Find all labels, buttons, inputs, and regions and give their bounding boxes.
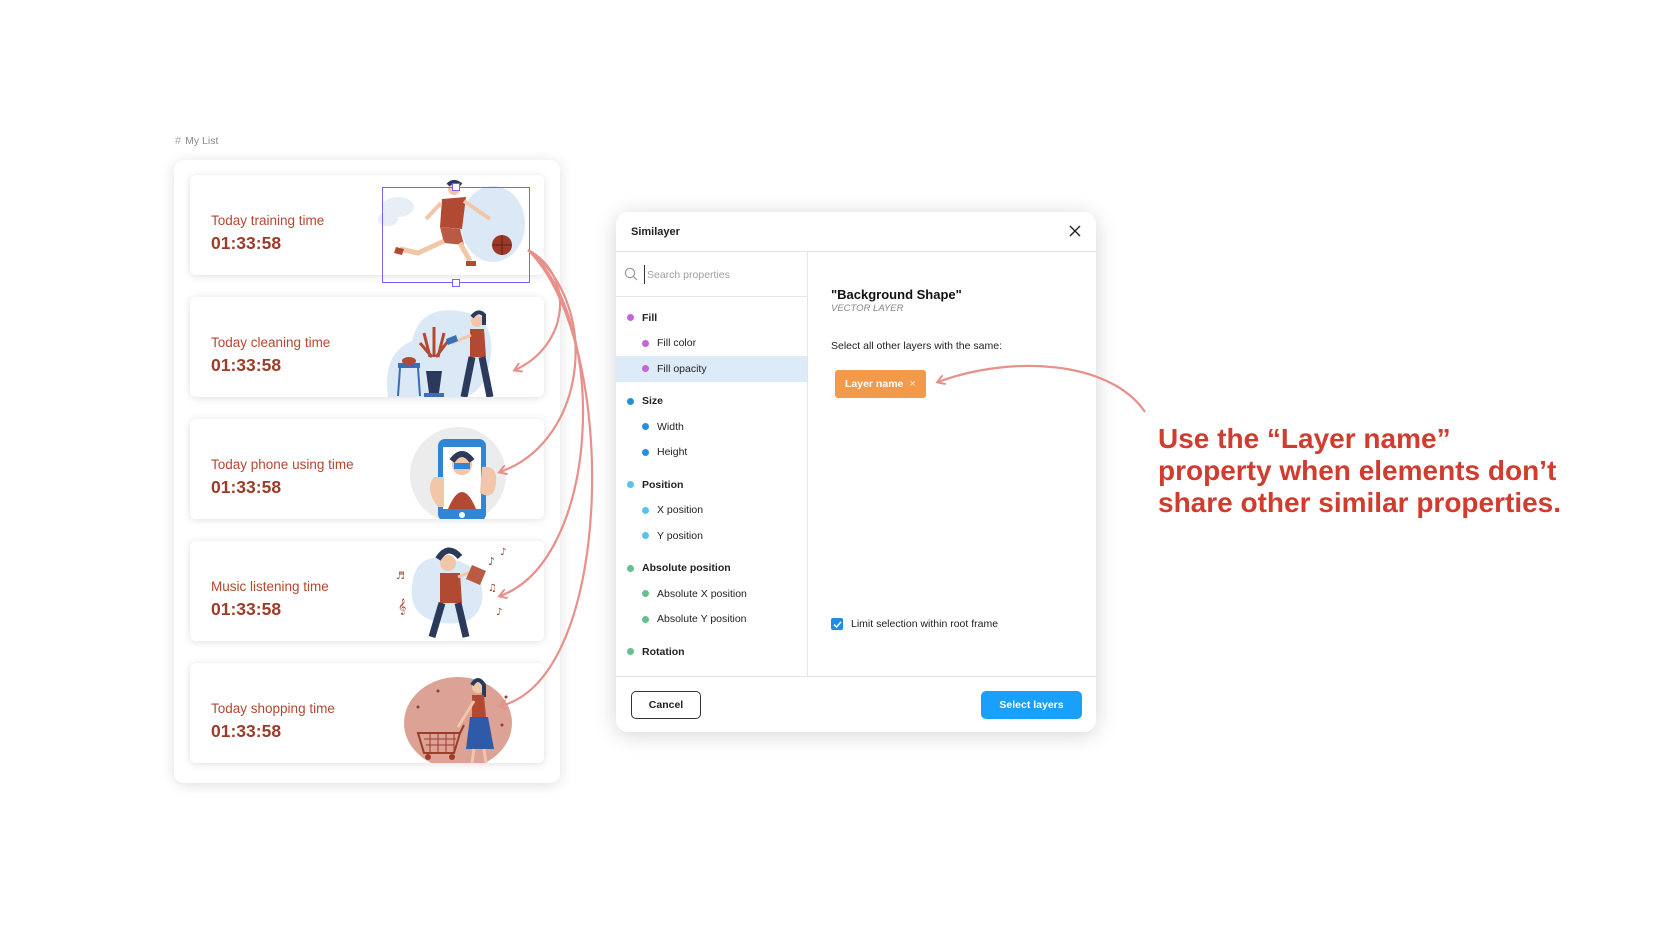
property-absolute-y-position[interactable]: Absolute Y position [616, 607, 807, 633]
position-dot-icon [642, 506, 649, 514]
svg-text:♫: ♫ [488, 583, 497, 594]
property-group-absolute-position[interactable]: Absolute position [616, 556, 807, 582]
property-label: Fill color [657, 337, 697, 350]
limit-selection-row[interactable]: Limit selection within root frame [831, 618, 998, 630]
properties-pane: Fill Fill color Fill opacity Size Width … [616, 252, 808, 676]
size-dot-icon [642, 448, 649, 456]
music-listener-illustration[interactable]: ♬ ♪ ♪ ♫ ♪ 𝄞 [378, 545, 528, 641]
card-training[interactable]: Today training time 01:33:58 [190, 175, 544, 275]
dialog-footer: Cancel Select layers [616, 676, 1096, 732]
search-input[interactable] [644, 265, 800, 284]
size-dot-icon [627, 397, 634, 405]
limit-selection-label: Limit selection within root frame [851, 618, 999, 630]
limit-selection-checkbox[interactable] [831, 618, 843, 630]
property-y-position[interactable]: Y position [616, 523, 807, 549]
card-title: Today phone using time [211, 457, 354, 472]
property-label: Fill opacity [657, 362, 707, 375]
chip-label: Layer name [845, 378, 904, 390]
card-music[interactable]: Music listening time 01:33:58 ♬ ♪ ♪ ♫ ♪ … [190, 541, 544, 641]
cancel-button[interactable]: Cancel [631, 691, 701, 719]
property-label: Size [642, 395, 664, 408]
layer-name: "Background Shape" [831, 287, 962, 302]
close-button[interactable] [1065, 221, 1085, 241]
card-time: 01:33:58 [211, 233, 282, 253]
select-layers-button[interactable]: Select layers [981, 691, 1082, 719]
dialog-header: Similayer [616, 212, 1096, 252]
property-label: Height [657, 446, 688, 459]
property-label: Absolute position [642, 562, 731, 575]
card-phone[interactable]: Today phone using time 01:33:58 [190, 419, 544, 519]
property-label: Absolute X position [657, 587, 747, 600]
frame-hash-icon: # [175, 135, 182, 147]
similayer-dialog: Similayer Fill Fill color [616, 212, 1096, 732]
property-group-fill[interactable]: Fill [616, 305, 807, 331]
property-label: Fill [642, 311, 658, 324]
layer-name-chip[interactable]: Layer name × [835, 370, 926, 398]
absolute-dot-icon [627, 564, 634, 572]
chip-remove-icon[interactable]: × [909, 378, 915, 390]
card-title: Music listening time [211, 579, 329, 594]
absolute-dot-icon [642, 615, 649, 623]
property-label: Absolute Y position [657, 613, 747, 626]
property-label: Y position [657, 529, 703, 542]
fill-dot-icon [642, 339, 649, 347]
frame-label-text: My List [185, 135, 219, 147]
card-shopping[interactable]: Today shopping time 01:33:58 [190, 663, 544, 763]
property-label: Width [657, 420, 684, 433]
list-frame: Today training time 01:33:58 Today clean… [174, 160, 560, 783]
svg-text:♪: ♪ [500, 547, 506, 558]
card-title: Today shopping time [211, 701, 335, 716]
position-dot-icon [642, 532, 649, 540]
checkmark-icon [832, 620, 842, 628]
card-title: Today training time [211, 213, 325, 228]
search-row [616, 252, 807, 297]
svg-text:♬: ♬ [396, 571, 405, 582]
fill-dot-icon [642, 365, 649, 373]
annotation-line: share other similar properties. [1158, 487, 1562, 518]
position-dot-icon [627, 481, 634, 489]
annotation-text: Use the “Layer name” property when eleme… [1158, 423, 1628, 519]
card-time: 01:33:58 [211, 721, 282, 741]
size-dot-icon [642, 423, 649, 431]
svg-text:♪: ♪ [488, 555, 495, 568]
cleaning-woman-illustration[interactable] [378, 301, 528, 397]
frame-label[interactable]: # My List [175, 135, 218, 147]
phone-selfie-illustration[interactable] [378, 423, 528, 519]
annotation-line: Use the “Layer name” [1158, 423, 1451, 454]
selection-pane: "Background Shape" VECTOR LAYER Select a… [809, 252, 1096, 676]
annotation-line: property when elements don’t [1158, 455, 1557, 486]
property-group-position[interactable]: Position [616, 472, 807, 498]
property-height[interactable]: Height [616, 440, 807, 466]
layer-type: VECTOR LAYER [831, 303, 904, 314]
property-fill-color[interactable]: Fill color [616, 331, 807, 357]
property-fill-opacity[interactable]: Fill opacity [616, 356, 807, 382]
dialog-title: Similayer [631, 226, 680, 238]
card-cleaning[interactable]: Today cleaning time 01:33:58 [190, 297, 544, 397]
property-x-position[interactable]: X position [616, 498, 807, 524]
basketball-player-illustration[interactable] [378, 179, 528, 275]
svg-text:𝄞: 𝄞 [398, 599, 406, 615]
rotation-dot-icon [627, 648, 634, 656]
absolute-dot-icon [642, 590, 649, 598]
property-width[interactable]: Width [616, 414, 807, 440]
property-label: X position [657, 504, 704, 517]
card-time: 01:33:58 [211, 477, 282, 497]
fill-dot-icon [627, 314, 634, 322]
same-label: Select all other layers with the same: [831, 340, 1002, 352]
shopping-woman-illustration[interactable] [378, 667, 528, 763]
property-label: Rotation [642, 645, 685, 658]
property-group-size[interactable]: Size [616, 389, 807, 415]
card-time: 01:33:58 [211, 599, 282, 619]
svg-text:♪: ♪ [496, 607, 502, 618]
card-time: 01:33:58 [211, 355, 282, 375]
card-title: Today cleaning time [211, 335, 331, 350]
property-label: Position [642, 478, 684, 491]
property-group-rotation[interactable]: Rotation [616, 639, 807, 665]
property-absolute-x-position[interactable]: Absolute X position [616, 581, 807, 607]
search-icon [624, 267, 638, 281]
property-list: Fill Fill color Fill opacity Size Width … [616, 297, 807, 665]
close-icon [1069, 225, 1081, 237]
